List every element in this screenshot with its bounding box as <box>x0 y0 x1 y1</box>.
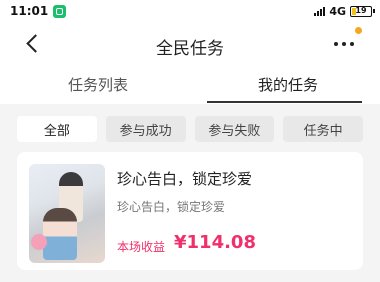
task-title: 珍心告白，锁定珍爱 <box>117 170 253 188</box>
active-tab-indicator <box>207 101 362 103</box>
network-type: 4G <box>329 4 346 18</box>
status-left: 11:01 <box>10 4 67 18</box>
filter-row: 全部 参与成功 参与失败 任务中 <box>17 116 363 144</box>
income-value: ¥114.08 <box>174 232 256 253</box>
status-bar: 11:01 4G 19 <box>0 0 380 22</box>
filter-in-progress[interactable]: 任务中 <box>283 116 363 142</box>
income-label: 本场收益 <box>117 240 166 254</box>
page-title: 全民任务 <box>156 39 224 59</box>
status-time: 11:01 <box>10 4 49 18</box>
filter-failed[interactable]: 参与失败 <box>194 116 275 142</box>
battery-level: 19 <box>355 5 367 15</box>
filter-all[interactable]: 全部 <box>17 116 97 142</box>
tab-task-list[interactable]: 任务列表 <box>68 74 128 95</box>
task-card[interactable]: 珍心告白，锁定珍爱 珍心告白，锁定珍爱 本场收益 ¥114.08 <box>17 152 363 270</box>
wechat-notification-icon <box>53 4 67 18</box>
signal-icon <box>314 6 326 16</box>
battery-icon: 19 <box>350 5 375 17</box>
task-subtitle: 珍心告白，锁定珍爱 <box>117 200 226 214</box>
more-dots-icon[interactable] <box>330 34 358 54</box>
filter-success[interactable]: 参与成功 <box>105 116 186 142</box>
notification-dot <box>355 27 362 34</box>
task-poster-image <box>29 164 105 263</box>
status-right: 4G 19 <box>314 4 375 18</box>
nav-bar: 全民任务 <box>0 22 380 68</box>
main-tabs: 任务列表 我的任务 <box>0 68 380 104</box>
tab-my-tasks[interactable]: 我的任务 <box>258 74 318 95</box>
